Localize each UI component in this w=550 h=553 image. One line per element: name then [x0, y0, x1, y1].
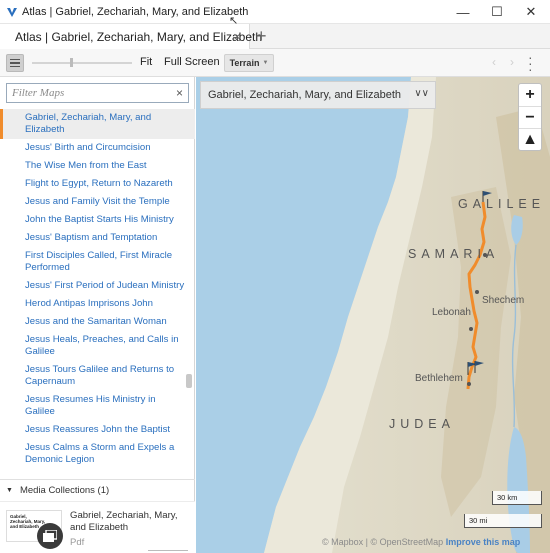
bethlehem-marker — [467, 382, 471, 386]
map-list-item[interactable]: Jesus Resumes His Ministry in Galilee — [0, 391, 195, 421]
fit-button[interactable]: Fit — [140, 56, 152, 68]
app-logo-icon — [7, 7, 17, 17]
terrain-map — [196, 77, 550, 553]
place-label-shechem: Shechem — [482, 295, 525, 306]
window-titlebar: Atlas | Gabriel, Zechariah, Mary, and El… — [0, 0, 550, 24]
chevron-down-icon: ▼ — [262, 60, 269, 66]
media-collections-header[interactable]: ▼ Media Collections (1) — [0, 479, 195, 501]
window-title: Atlas | Gabriel, Zechariah, Mary, and El… — [22, 5, 249, 18]
osm-attribution-link[interactable]: © OpenStreetMap — [371, 537, 444, 547]
map-view[interactable]: Gabriel, Zechariah, Mary, and Elizabeth … — [196, 77, 550, 553]
tab-close-icon[interactable]: × — [233, 29, 241, 44]
improve-map-link[interactable]: Improve this map — [446, 537, 521, 547]
more-options-icon[interactable]: · · · — [528, 50, 533, 76]
map-list-item[interactable]: Herod Antipas Imprisons John — [0, 295, 195, 313]
mapbox-attribution-link[interactable]: © Mapbox — [322, 537, 363, 547]
media-type: Pdf — [70, 537, 85, 548]
tab-bar: Atlas | Gabriel, Zechariah, Mary, and El… — [0, 24, 550, 49]
attribution-separator: | — [363, 537, 371, 547]
zoom-slider-thumb[interactable] — [70, 58, 73, 67]
map-list-item[interactable]: Jesus' Birth and Circumcision — [0, 139, 195, 157]
zoom-slider[interactable] — [32, 62, 132, 64]
minimize-icon[interactable]: — — [446, 0, 480, 24]
tab-atlas[interactable]: Atlas | Gabriel, Zechariah, Mary, and El… — [0, 24, 262, 49]
map-style-dropdown[interactable]: Terrain ▼ — [224, 54, 274, 72]
full-screen-button[interactable]: Full Screen — [164, 56, 220, 68]
media-collections-label: Media Collections (1) — [19, 485, 110, 496]
map-list: Gabriel, Zechariah, Mary, and Elizabeth J… — [0, 109, 195, 475]
map-list-item[interactable]: Gabriel, Zechariah, Mary, and Elizabeth — [0, 109, 195, 139]
shechem-marker — [475, 290, 479, 294]
clear-filter-icon[interactable]: × — [176, 86, 183, 100]
map-list-item[interactable]: Jesus Heals, Preaches, and Calls in Gali… — [0, 331, 195, 361]
map-list-item[interactable]: Jesus Tours Galilee and Returns to Caper… — [0, 361, 195, 391]
scale-bar-mi: 30 mi — [464, 514, 542, 528]
maximize-icon[interactable]: ☐ — [480, 0, 514, 24]
map-list-item[interactable]: Jesus' First Period of Judean Ministry — [0, 277, 195, 295]
map-list-item[interactable]: The Wise Men from the East — [0, 157, 195, 175]
map-style-value: Terrain — [229, 58, 260, 68]
close-icon[interactable]: ✕ — [514, 0, 548, 24]
map-list-item[interactable]: Jesus Reassures John the Baptist — [0, 421, 195, 439]
map-list-item[interactable]: Jesus' Baptism and Temptation — [0, 229, 195, 247]
map-list-item[interactable]: Jesus and Family Visit the Temple — [0, 193, 195, 211]
forward-arrow-icon[interactable]: › — [510, 55, 514, 69]
place-label-lebonah: Lebonah — [432, 307, 471, 318]
filter-maps-field[interactable]: × — [6, 83, 189, 103]
zoom-in-button[interactable]: + — [519, 84, 541, 106]
sidebar-toggle-button[interactable] — [6, 54, 24, 72]
map-list-item[interactable]: First Disciples Called, First Miracle Pe… — [0, 247, 195, 277]
region-label-galilee: GALILEE — [458, 197, 546, 211]
map-title: Gabriel, Zechariah, Mary, and Elizabeth — [208, 89, 401, 101]
map-list-item[interactable]: Jesus and the Samaritan Woman — [0, 313, 195, 331]
divider — [148, 550, 188, 551]
media-thumbnail: Gabriel, Zechariah, Mary, and Elizabeth — [6, 510, 63, 549]
toolbar: Fit Full Screen Terrain ▼ ‹ › · · · — [0, 49, 550, 77]
region-label-judea: JUDEA — [389, 417, 455, 431]
media-item[interactable]: Gabriel, Zechariah, Mary, and Elizabeth … — [0, 501, 195, 553]
lebonah-marker — [469, 327, 473, 331]
filter-maps-input[interactable] — [7, 84, 167, 102]
place-label-bethlehem: Bethlehem — [415, 373, 463, 384]
map-title-panel[interactable]: Gabriel, Zechariah, Mary, and Elizabeth … — [200, 81, 436, 109]
region-label-samaria: SAMARIA — [408, 247, 500, 261]
back-arrow-icon[interactable]: ‹ — [492, 55, 496, 69]
media-title: Gabriel, Zechariah, Mary, and Elizabeth — [70, 510, 178, 533]
map-list-item[interactable]: Jesus Calms a Storm and Expels a Demonic… — [0, 439, 195, 469]
map-zoom-controls: + − ▲ — [518, 83, 542, 151]
map-list-item[interactable]: John the Baptist Starts His Ministry — [0, 211, 195, 229]
new-tab-button[interactable]: + — [256, 26, 267, 47]
scrollbar-thumb[interactable] — [186, 374, 192, 388]
maps-sidebar: × Gabriel, Zechariah, Mary, and Elizabet… — [0, 77, 195, 553]
zoom-out-button[interactable]: − — [519, 106, 541, 128]
map-attribution: © Mapbox | © OpenStreetMap Improve this … — [322, 537, 520, 547]
double-chevron-down-icon[interactable]: ∨∨ — [414, 88, 429, 99]
scale-bar-km: 30 km — [492, 491, 542, 505]
pdf-gallery-icon — [37, 523, 63, 549]
collapse-triangle-icon: ▼ — [6, 487, 13, 494]
compass-icon[interactable]: ▲ — [519, 128, 541, 150]
tab-label: Atlas | Gabriel, Zechariah, Mary, and El… — [15, 29, 263, 44]
map-list-item[interactable]: Flight to Egypt, Return to Nazareth — [0, 175, 195, 193]
